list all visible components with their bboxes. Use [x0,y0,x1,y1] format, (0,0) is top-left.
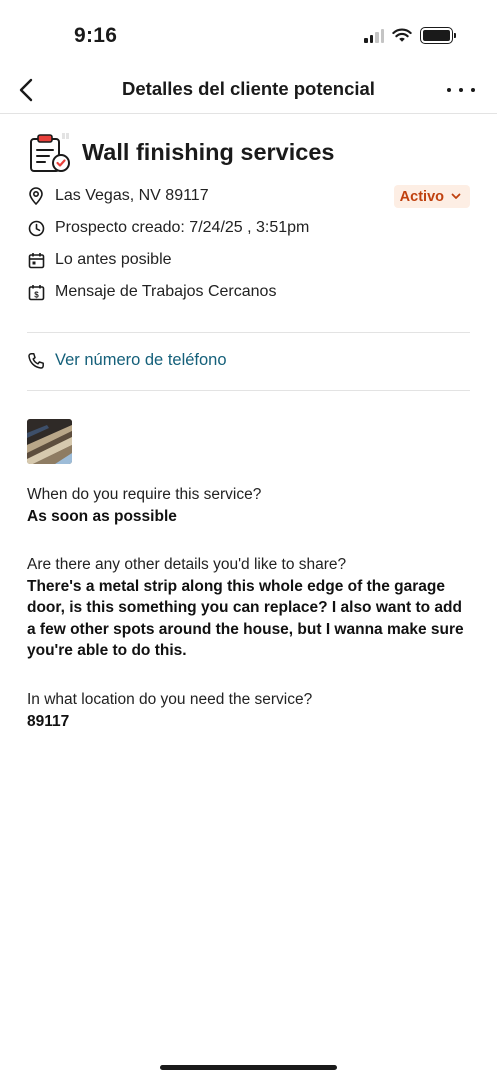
home-indicator[interactable] [160,1065,337,1070]
more-horizontal-icon [447,88,451,92]
status-badge-label: Activo [399,188,444,205]
cellular-signal-icon [364,28,384,43]
status-icons [364,27,456,44]
chevron-left-icon [19,78,33,102]
timing-row: Lo antes posible [27,251,172,269]
battery-icon [420,27,456,44]
question-text: Are there any other details you'd like t… [27,556,347,573]
qa-item: When do you require this service? As soo… [27,484,472,527]
clipboard-check-icon [30,133,70,172]
source-row: $ Mensaje de Trabajos Cercanos [27,283,276,301]
qa-item: In what location do you need the service… [27,689,472,732]
phone-icon [27,352,45,370]
calendar-icon [27,251,45,269]
source-text: Mensaje de Trabajos Cercanos [55,283,277,300]
status-time: 9:16 [74,24,118,47]
answer-text: 89117 [27,712,70,730]
answer-text: There's a metal strip along this whole e… [27,577,464,660]
created-row: Prospecto creado: 7/24/25 , 3:51pm [27,219,309,237]
created-text: Prospecto creado: 7/24/25 , 3:51pm [55,219,310,236]
location-text: Las Vegas, NV 89117 [55,187,209,204]
qa-item: Are there any other details you'd like t… [27,554,472,662]
map-pin-icon [27,187,45,205]
attached-photo-thumbnail[interactable] [27,419,72,464]
lead-title: Wall finishing services [82,139,335,165]
timing-text: Lo antes posible [55,251,172,268]
view-phone-link[interactable]: Ver número de teléfono [27,351,227,370]
nav-bar: Detalles del cliente potencial [0,72,497,114]
dollar-calendar-icon: $ [27,283,45,301]
more-options-button[interactable] [447,80,475,100]
chevron-down-icon [451,193,461,199]
view-phone-link-label: Ver número de teléfono [55,351,227,369]
location-row: Las Vegas, NV 89117 [27,187,209,205]
status-bar: 9:16 [0,0,497,72]
back-button[interactable] [10,74,42,106]
divider [27,390,470,391]
answer-text: As soon as possible [27,507,177,525]
svg-text:$: $ [34,290,39,299]
question-text: In what location do you need the service… [27,691,313,708]
page-title: Detalles del cliente potencial [122,78,375,99]
clock-icon [27,219,45,237]
divider [27,332,470,333]
question-text: When do you require this service? [27,486,262,503]
status-dropdown[interactable]: Activo [393,185,470,208]
wifi-icon [392,28,412,42]
